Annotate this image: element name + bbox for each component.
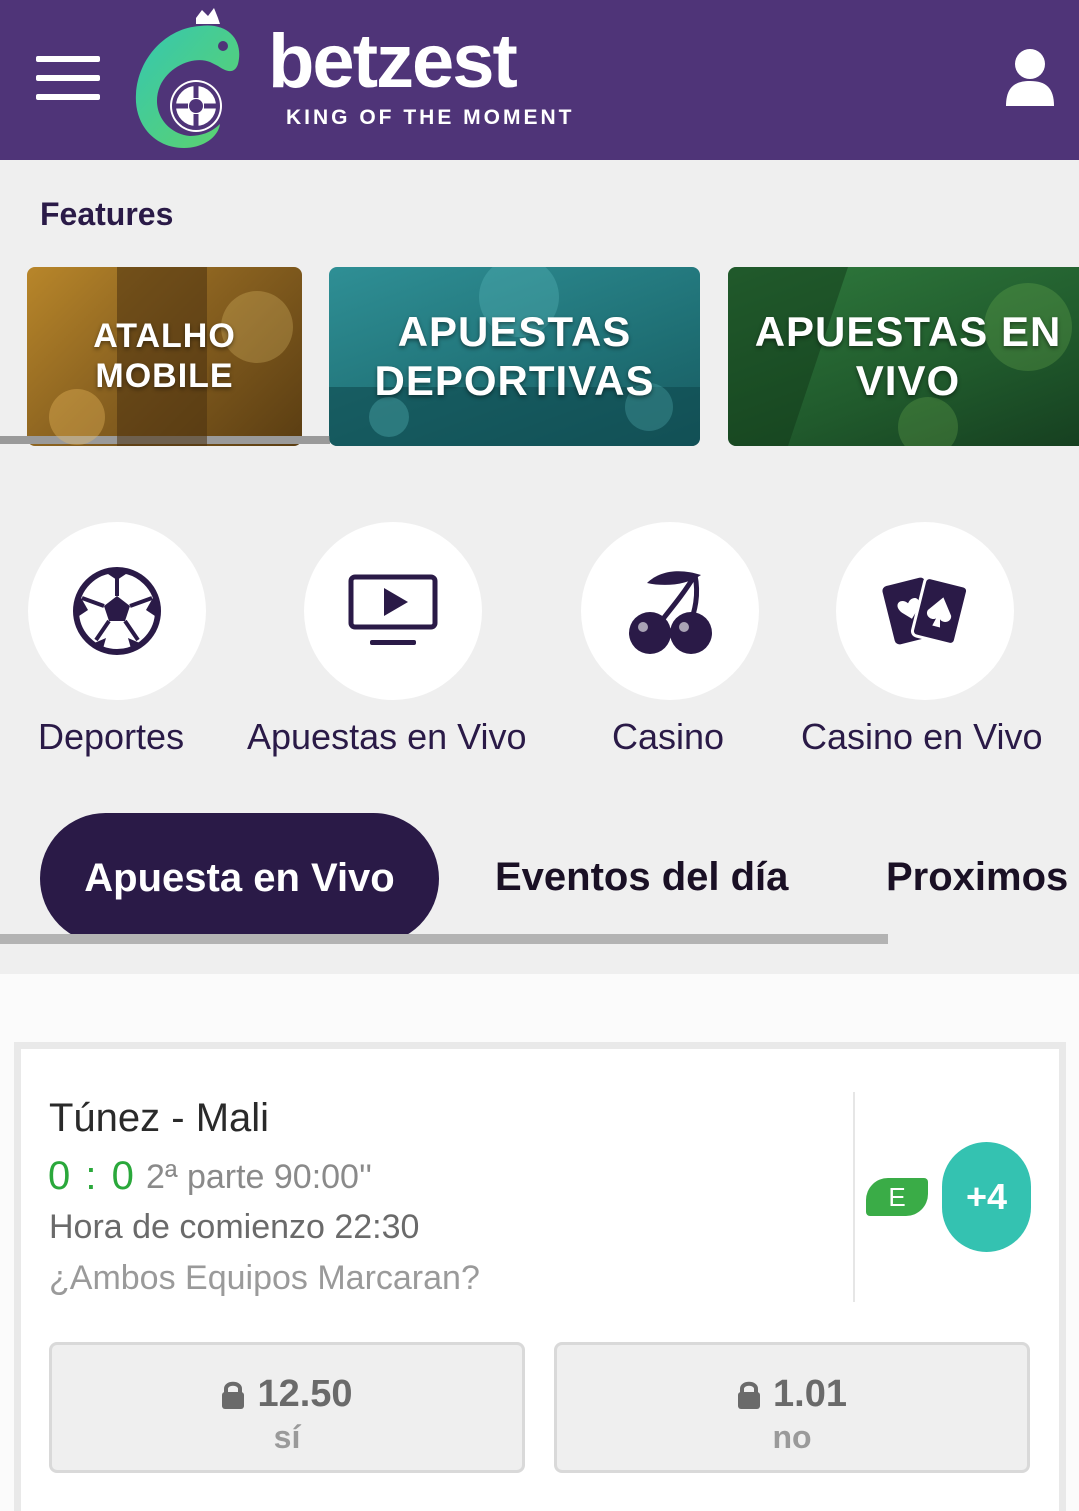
more-markets-button[interactable]: +4: [942, 1142, 1031, 1252]
lock-icon: [738, 1381, 761, 1409]
match-period: 2ª parte 90:00'': [146, 1158, 372, 1196]
market-name: ¿Ambos Equipos Marcaran?: [49, 1259, 480, 1297]
odd-button-no[interactable]: 1.01 no: [554, 1342, 1030, 1473]
odd-label: no: [772, 1419, 812, 1455]
features-title: Features: [40, 196, 174, 232]
feature-card-atalho-mobile[interactable]: ATALHO MOBILE: [27, 267, 302, 446]
soccer-ball-icon: [73, 567, 161, 655]
feature-card-apuestas-deportivas[interactable]: APUESTAS DEPORTIVAS: [329, 267, 700, 446]
lock-icon: [222, 1381, 245, 1409]
brand-name[interactable]: betzest: [268, 24, 518, 100]
odd-value: 1.01: [773, 1373, 847, 1415]
tab-proximos[interactable]: Proximos: [886, 855, 1068, 900]
quick-link-casino-en-vivo[interactable]: [836, 522, 1014, 700]
card-label-line2: MOBILE: [95, 356, 234, 395]
tab-apuesta-en-vivo[interactable]: Apuesta en Vivo: [40, 813, 439, 944]
card-label-line2: DEPORTIVAS: [374, 356, 655, 404]
e-badge: E: [866, 1178, 928, 1216]
start-time: Hora de comienzo 22:30: [49, 1208, 420, 1246]
monitor-play-icon: [348, 574, 438, 645]
card-divider: [853, 1092, 855, 1302]
user-icon[interactable]: [1004, 48, 1056, 106]
chameleon-logo-icon[interactable]: [130, 6, 246, 152]
quick-link-deportes[interactable]: [28, 522, 206, 700]
quick-link-label[interactable]: Casino en Vivo: [801, 716, 1043, 758]
cherries-icon: [629, 571, 712, 654]
match-score: 0 : 0: [48, 1154, 136, 1198]
playing-cards-icon: [882, 576, 970, 646]
card-label-line1: APUESTAS EN: [754, 308, 1062, 356]
hamburger-menu-icon[interactable]: [36, 56, 100, 100]
tabs-scrollbar[interactable]: [0, 934, 888, 944]
app-header: betzest KING OF THE MOMENT: [0, 0, 1079, 160]
feature-card-apuestas-en-vivo[interactable]: APUESTAS EN VIVO: [728, 267, 1079, 446]
odd-button-si[interactable]: 12.50 sí: [49, 1342, 525, 1473]
card-label-line1: APUESTAS: [397, 308, 632, 356]
card-label-line1: ATALHO: [93, 317, 236, 356]
quick-link-casino[interactable]: [581, 522, 759, 700]
match-name[interactable]: Túnez - Mali: [49, 1096, 269, 1141]
card-label-line2: VIVO: [855, 356, 961, 404]
odd-value: 12.50: [257, 1373, 353, 1415]
odd-label: sí: [273, 1419, 301, 1455]
brand-tagline: KING OF THE MOMENT: [286, 106, 575, 129]
quick-link-apuestas-en-vivo[interactable]: [304, 522, 482, 700]
tab-eventos-del-dia[interactable]: Eventos del día: [495, 855, 788, 900]
quick-link-label[interactable]: Apuestas en Vivo: [247, 716, 527, 758]
quick-link-label[interactable]: Deportes: [38, 716, 184, 758]
quick-link-label[interactable]: Casino: [612, 716, 724, 758]
